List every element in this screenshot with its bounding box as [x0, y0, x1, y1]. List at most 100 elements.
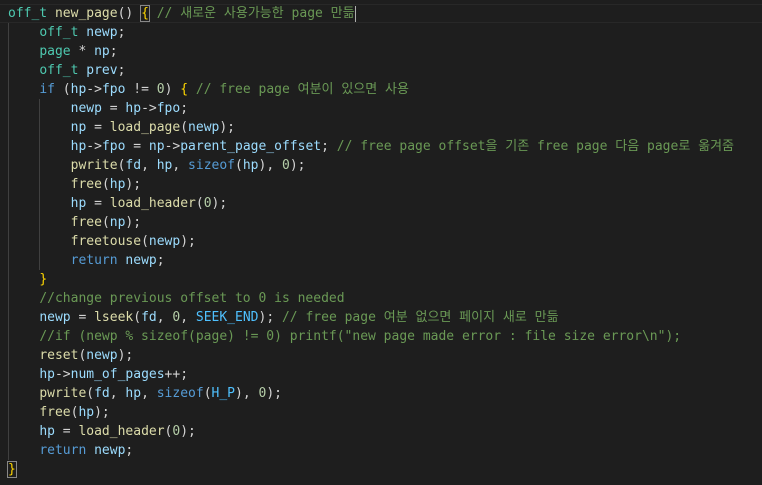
- punctuation-token: (: [101, 215, 110, 230]
- function-token: new_page: [54, 6, 118, 21]
- indent-guide: [8, 175, 9, 194]
- number-token: 0: [156, 82, 165, 97]
- punctuation-token: );: [94, 405, 110, 420]
- punctuation-token: ;: [117, 63, 126, 78]
- punctuation-token: ;: [125, 443, 134, 458]
- punctuation-token: ),: [235, 386, 259, 401]
- code-line[interactable]: //change previous offset to 0 is needed: [0, 289, 762, 308]
- function-token: load_header: [78, 424, 165, 439]
- punctuation-token: );: [211, 196, 228, 211]
- punctuation-token: ),: [258, 158, 282, 173]
- punctuation-token: [8, 310, 39, 325]
- code-line[interactable]: free(np);: [0, 213, 762, 232]
- keyword-token: return: [70, 253, 118, 268]
- code-line[interactable]: free(hp);: [0, 175, 762, 194]
- variable-token: fpo: [156, 101, 181, 116]
- indent-guide: [8, 118, 9, 137]
- code-line[interactable]: if (hp->fpo != 0) { // free page 여분이 있으면…: [0, 80, 762, 99]
- indent-guide: [39, 137, 41, 156]
- punctuation-token: );: [117, 348, 134, 363]
- variable-token: fd: [141, 310, 157, 325]
- code-line[interactable]: hp = load_header(0);: [0, 422, 762, 441]
- variable-token: hp: [70, 82, 87, 97]
- code-line[interactable]: page * np;: [0, 42, 762, 61]
- keyword-token: if: [39, 82, 55, 97]
- punctuation-token: );: [258, 310, 282, 325]
- code-line[interactable]: }: [0, 460, 762, 479]
- indent-guide: [8, 289, 9, 308]
- indent-guide: [39, 194, 41, 213]
- code-line[interactable]: free(hp);: [0, 403, 762, 422]
- punctuation-token: ,: [109, 386, 126, 401]
- function-token: pwrite: [70, 158, 118, 173]
- function-token: pwrite: [39, 386, 87, 401]
- indent-guide: [8, 346, 9, 365]
- code-line[interactable]: newp = hp->fpo;: [0, 99, 762, 118]
- punctuation-token: (: [133, 310, 142, 325]
- function-token: free: [70, 215, 102, 230]
- indent-guide: [8, 23, 9, 42]
- punctuation-token: =: [54, 424, 79, 439]
- code-line[interactable]: freetouse(newp);: [0, 232, 762, 251]
- indent-guide: [8, 42, 9, 61]
- variable-token: np: [148, 139, 165, 154]
- punctuation-token: [47, 6, 55, 21]
- punctuation-token: ->: [164, 139, 181, 154]
- code-line[interactable]: reset(newp);: [0, 346, 762, 365]
- code-line[interactable]: hp = load_header(0);: [0, 194, 762, 213]
- function-token: freetouse: [70, 234, 142, 249]
- variable-token: hp: [242, 158, 259, 173]
- code-line[interactable]: hp->num_of_pages++;: [0, 365, 762, 384]
- punctuation-token: );: [219, 120, 236, 135]
- punctuation-token: [149, 6, 157, 21]
- punctuation-token: [8, 63, 39, 78]
- punctuation-token: (: [235, 158, 243, 173]
- code-line[interactable]: pwrite(fd, hp, sizeof(H_P), 0);: [0, 384, 762, 403]
- code-editor[interactable]: off_t new_page() { // 새로운 사용가능한 page 만듦 …: [0, 0, 762, 485]
- code-line[interactable]: np = load_page(newp);: [0, 118, 762, 137]
- code-line[interactable]: off_t new_page() { // 새로운 사용가능한 page 만듦: [0, 4, 762, 23]
- code-line[interactable]: newp = lseek(fd, 0, SEEK_END); // free p…: [0, 308, 762, 327]
- indent-guide: [8, 384, 9, 403]
- punctuation-token: ,: [156, 310, 173, 325]
- punctuation-token: ,: [172, 158, 189, 173]
- matched-bracket-token: {: [140, 5, 150, 22]
- punctuation-token: (: [86, 386, 95, 401]
- variable-token: parent_page_offset: [180, 139, 322, 154]
- variable-token: newp: [188, 120, 220, 135]
- punctuation-token: [8, 329, 39, 344]
- code-line[interactable]: off_t prev;: [0, 61, 762, 80]
- variable-token: fd: [125, 158, 142, 173]
- indent-guide: [39, 213, 41, 232]
- code-line[interactable]: }: [0, 270, 762, 289]
- indent-guide: [8, 232, 9, 251]
- punctuation-token: [8, 82, 39, 97]
- punctuation-token: =: [86, 196, 110, 211]
- punctuation-token: [8, 405, 39, 420]
- code-line[interactable]: return newp;: [0, 441, 762, 460]
- punctuation-token: );: [266, 386, 282, 401]
- indent-guide: [8, 99, 9, 118]
- punctuation-token: ,: [141, 386, 157, 401]
- variable-token: hp: [109, 177, 126, 192]
- indent-guide: [39, 175, 41, 194]
- variable-token: np: [70, 120, 87, 135]
- indent-guide: [8, 422, 9, 441]
- punctuation-token: =: [125, 139, 149, 154]
- variable-token: np: [94, 44, 110, 59]
- indent-guide: [8, 365, 9, 384]
- variable-token: newp: [94, 443, 126, 458]
- code-line[interactable]: return newp;: [0, 251, 762, 270]
- code-line[interactable]: //if (newp % sizeof(page) != 0) printf("…: [0, 327, 762, 346]
- keyword-token: return: [39, 443, 87, 458]
- code-line[interactable]: off_t newp;: [0, 23, 762, 42]
- indent-guide: [8, 270, 9, 289]
- variable-token: hp: [39, 367, 55, 382]
- code-line[interactable]: hp->fpo = np->parent_page_offset; // fre…: [0, 137, 762, 156]
- punctuation-token: );: [125, 177, 142, 192]
- code-line[interactable]: pwrite(fd, hp, sizeof(hp), 0);: [0, 156, 762, 175]
- function-token: load_page: [109, 120, 181, 135]
- function-token: lseek: [94, 310, 134, 325]
- function-token: free: [39, 405, 71, 420]
- punctuation-token: ;: [156, 253, 165, 268]
